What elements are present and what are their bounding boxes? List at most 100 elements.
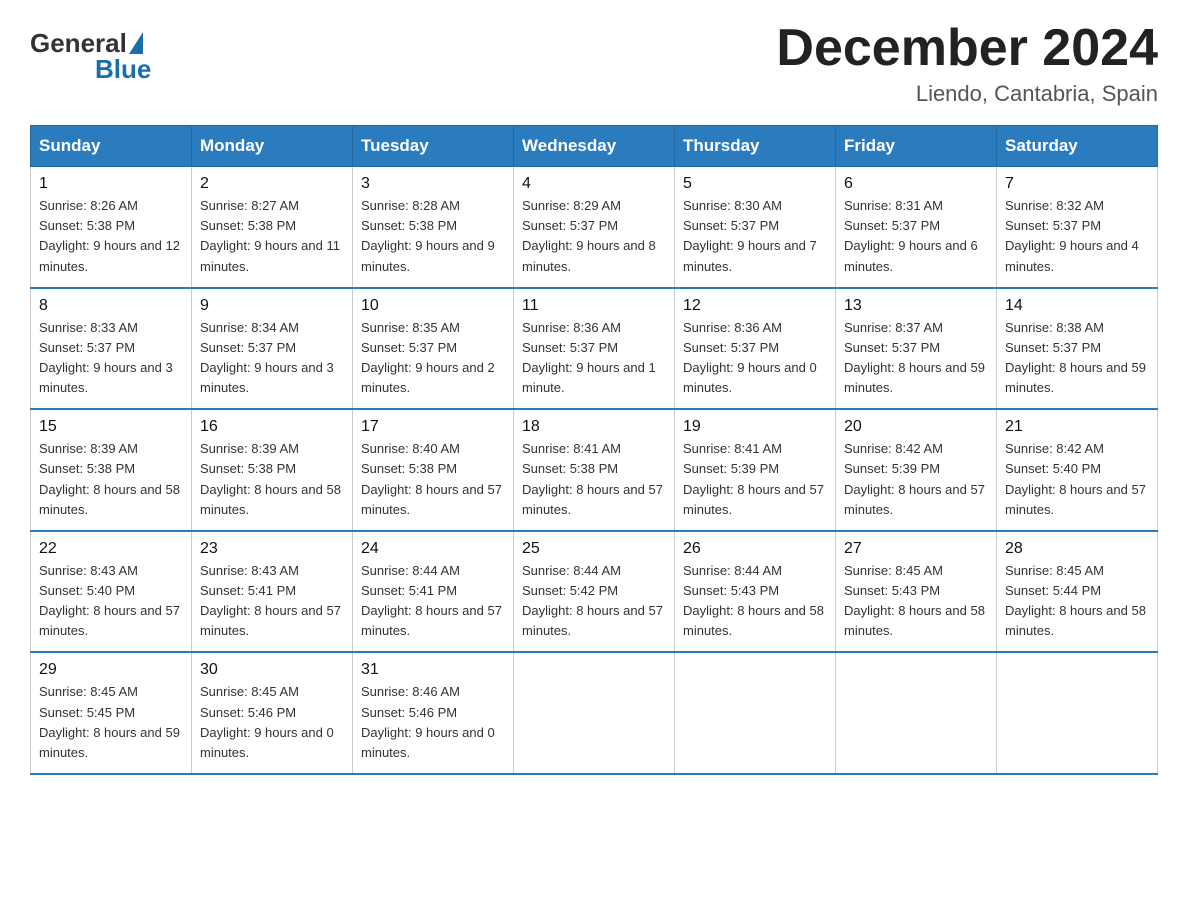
day-info: Sunrise: 8:42 AMSunset: 5:39 PMDaylight:… [844, 441, 985, 516]
day-number: 25 [522, 540, 666, 558]
calendar-cell: 26 Sunrise: 8:44 AMSunset: 5:43 PMDaylig… [675, 531, 836, 653]
day-info: Sunrise: 8:43 AMSunset: 5:40 PMDaylight:… [39, 563, 180, 638]
calendar-cell: 10 Sunrise: 8:35 AMSunset: 5:37 PMDaylig… [353, 288, 514, 410]
day-info: Sunrise: 8:30 AMSunset: 5:37 PMDaylight:… [683, 198, 817, 273]
day-info: Sunrise: 8:37 AMSunset: 5:37 PMDaylight:… [844, 320, 985, 395]
logo-triangle-icon [129, 32, 143, 54]
calendar-cell [675, 652, 836, 774]
header: General Blue December 2024 Liendo, Canta… [30, 20, 1158, 107]
day-info: Sunrise: 8:35 AMSunset: 5:37 PMDaylight:… [361, 320, 495, 395]
calendar-table: Sunday Monday Tuesday Wednesday Thursday… [30, 125, 1158, 775]
day-number: 8 [39, 297, 183, 315]
day-number: 17 [361, 418, 505, 436]
calendar-cell: 16 Sunrise: 8:39 AMSunset: 5:38 PMDaylig… [192, 409, 353, 531]
day-number: 1 [39, 175, 183, 193]
day-info: Sunrise: 8:44 AMSunset: 5:42 PMDaylight:… [522, 563, 663, 638]
calendar-week-row: 22 Sunrise: 8:43 AMSunset: 5:40 PMDaylig… [31, 531, 1158, 653]
header-friday: Friday [836, 126, 997, 167]
day-info: Sunrise: 8:32 AMSunset: 5:37 PMDaylight:… [1005, 198, 1139, 273]
day-info: Sunrise: 8:43 AMSunset: 5:41 PMDaylight:… [200, 563, 341, 638]
header-thursday: Thursday [675, 126, 836, 167]
day-number: 19 [683, 418, 827, 436]
header-wednesday: Wednesday [514, 126, 675, 167]
day-number: 20 [844, 418, 988, 436]
day-info: Sunrise: 8:41 AMSunset: 5:38 PMDaylight:… [522, 441, 663, 516]
logo-underscore [30, 56, 95, 82]
calendar-cell: 22 Sunrise: 8:43 AMSunset: 5:40 PMDaylig… [31, 531, 192, 653]
day-info: Sunrise: 8:44 AMSunset: 5:41 PMDaylight:… [361, 563, 502, 638]
day-number: 4 [522, 175, 666, 193]
calendar-cell: 15 Sunrise: 8:39 AMSunset: 5:38 PMDaylig… [31, 409, 192, 531]
calendar-cell: 23 Sunrise: 8:43 AMSunset: 5:41 PMDaylig… [192, 531, 353, 653]
calendar-cell: 27 Sunrise: 8:45 AMSunset: 5:43 PMDaylig… [836, 531, 997, 653]
calendar-cell: 29 Sunrise: 8:45 AMSunset: 5:45 PMDaylig… [31, 652, 192, 774]
day-number: 11 [522, 297, 666, 315]
calendar-cell: 5 Sunrise: 8:30 AMSunset: 5:37 PMDayligh… [675, 167, 836, 288]
day-info: Sunrise: 8:46 AMSunset: 5:46 PMDaylight:… [361, 684, 495, 759]
calendar-cell: 30 Sunrise: 8:45 AMSunset: 5:46 PMDaylig… [192, 652, 353, 774]
day-number: 29 [39, 661, 183, 679]
calendar-cell: 20 Sunrise: 8:42 AMSunset: 5:39 PMDaylig… [836, 409, 997, 531]
calendar-cell: 21 Sunrise: 8:42 AMSunset: 5:40 PMDaylig… [997, 409, 1158, 531]
day-info: Sunrise: 8:38 AMSunset: 5:37 PMDaylight:… [1005, 320, 1146, 395]
day-info: Sunrise: 8:36 AMSunset: 5:37 PMDaylight:… [683, 320, 817, 395]
day-number: 21 [1005, 418, 1149, 436]
day-number: 5 [683, 175, 827, 193]
calendar-cell: 14 Sunrise: 8:38 AMSunset: 5:37 PMDaylig… [997, 288, 1158, 410]
day-number: 24 [361, 540, 505, 558]
header-sunday: Sunday [31, 126, 192, 167]
calendar-cell: 7 Sunrise: 8:32 AMSunset: 5:37 PMDayligh… [997, 167, 1158, 288]
day-info: Sunrise: 8:39 AMSunset: 5:38 PMDaylight:… [200, 441, 341, 516]
calendar-cell: 25 Sunrise: 8:44 AMSunset: 5:42 PMDaylig… [514, 531, 675, 653]
calendar-cell: 13 Sunrise: 8:37 AMSunset: 5:37 PMDaylig… [836, 288, 997, 410]
calendar-cell [997, 652, 1158, 774]
day-number: 2 [200, 175, 344, 193]
header-saturday: Saturday [997, 126, 1158, 167]
day-info: Sunrise: 8:45 AMSunset: 5:45 PMDaylight:… [39, 684, 180, 759]
day-info: Sunrise: 8:29 AMSunset: 5:37 PMDaylight:… [522, 198, 656, 273]
day-info: Sunrise: 8:31 AMSunset: 5:37 PMDaylight:… [844, 198, 978, 273]
day-number: 22 [39, 540, 183, 558]
calendar-cell: 1 Sunrise: 8:26 AMSunset: 5:38 PMDayligh… [31, 167, 192, 288]
calendar-cell: 4 Sunrise: 8:29 AMSunset: 5:37 PMDayligh… [514, 167, 675, 288]
day-info: Sunrise: 8:40 AMSunset: 5:38 PMDaylight:… [361, 441, 502, 516]
calendar-cell [836, 652, 997, 774]
calendar-cell: 12 Sunrise: 8:36 AMSunset: 5:37 PMDaylig… [675, 288, 836, 410]
calendar-week-row: 29 Sunrise: 8:45 AMSunset: 5:45 PMDaylig… [31, 652, 1158, 774]
day-number: 23 [200, 540, 344, 558]
day-info: Sunrise: 8:33 AMSunset: 5:37 PMDaylight:… [39, 320, 173, 395]
calendar-week-row: 1 Sunrise: 8:26 AMSunset: 5:38 PMDayligh… [31, 167, 1158, 288]
calendar-cell: 31 Sunrise: 8:46 AMSunset: 5:46 PMDaylig… [353, 652, 514, 774]
day-number: 6 [844, 175, 988, 193]
day-header-row: Sunday Monday Tuesday Wednesday Thursday… [31, 126, 1158, 167]
calendar-cell: 9 Sunrise: 8:34 AMSunset: 5:37 PMDayligh… [192, 288, 353, 410]
logo: General Blue [30, 30, 151, 82]
logo-general-text: General [30, 30, 127, 56]
day-info: Sunrise: 8:34 AMSunset: 5:37 PMDaylight:… [200, 320, 334, 395]
day-number: 9 [200, 297, 344, 315]
day-number: 30 [200, 661, 344, 679]
calendar-cell: 19 Sunrise: 8:41 AMSunset: 5:39 PMDaylig… [675, 409, 836, 531]
calendar-cell: 24 Sunrise: 8:44 AMSunset: 5:41 PMDaylig… [353, 531, 514, 653]
day-info: Sunrise: 8:41 AMSunset: 5:39 PMDaylight:… [683, 441, 824, 516]
day-info: Sunrise: 8:27 AMSunset: 5:38 PMDaylight:… [200, 198, 340, 273]
day-number: 28 [1005, 540, 1149, 558]
day-info: Sunrise: 8:28 AMSunset: 5:38 PMDaylight:… [361, 198, 495, 273]
day-info: Sunrise: 8:39 AMSunset: 5:38 PMDaylight:… [39, 441, 180, 516]
day-number: 27 [844, 540, 988, 558]
day-info: Sunrise: 8:45 AMSunset: 5:44 PMDaylight:… [1005, 563, 1146, 638]
day-number: 3 [361, 175, 505, 193]
calendar-week-row: 15 Sunrise: 8:39 AMSunset: 5:38 PMDaylig… [31, 409, 1158, 531]
calendar-cell: 3 Sunrise: 8:28 AMSunset: 5:38 PMDayligh… [353, 167, 514, 288]
calendar-cell: 11 Sunrise: 8:36 AMSunset: 5:37 PMDaylig… [514, 288, 675, 410]
day-info: Sunrise: 8:36 AMSunset: 5:37 PMDaylight:… [522, 320, 656, 395]
day-number: 12 [683, 297, 827, 315]
header-tuesday: Tuesday [353, 126, 514, 167]
day-info: Sunrise: 8:45 AMSunset: 5:43 PMDaylight:… [844, 563, 985, 638]
day-number: 14 [1005, 297, 1149, 315]
day-number: 16 [200, 418, 344, 436]
logo-blue-text: Blue [95, 56, 151, 82]
day-info: Sunrise: 8:44 AMSunset: 5:43 PMDaylight:… [683, 563, 824, 638]
calendar-cell: 17 Sunrise: 8:40 AMSunset: 5:38 PMDaylig… [353, 409, 514, 531]
day-number: 26 [683, 540, 827, 558]
